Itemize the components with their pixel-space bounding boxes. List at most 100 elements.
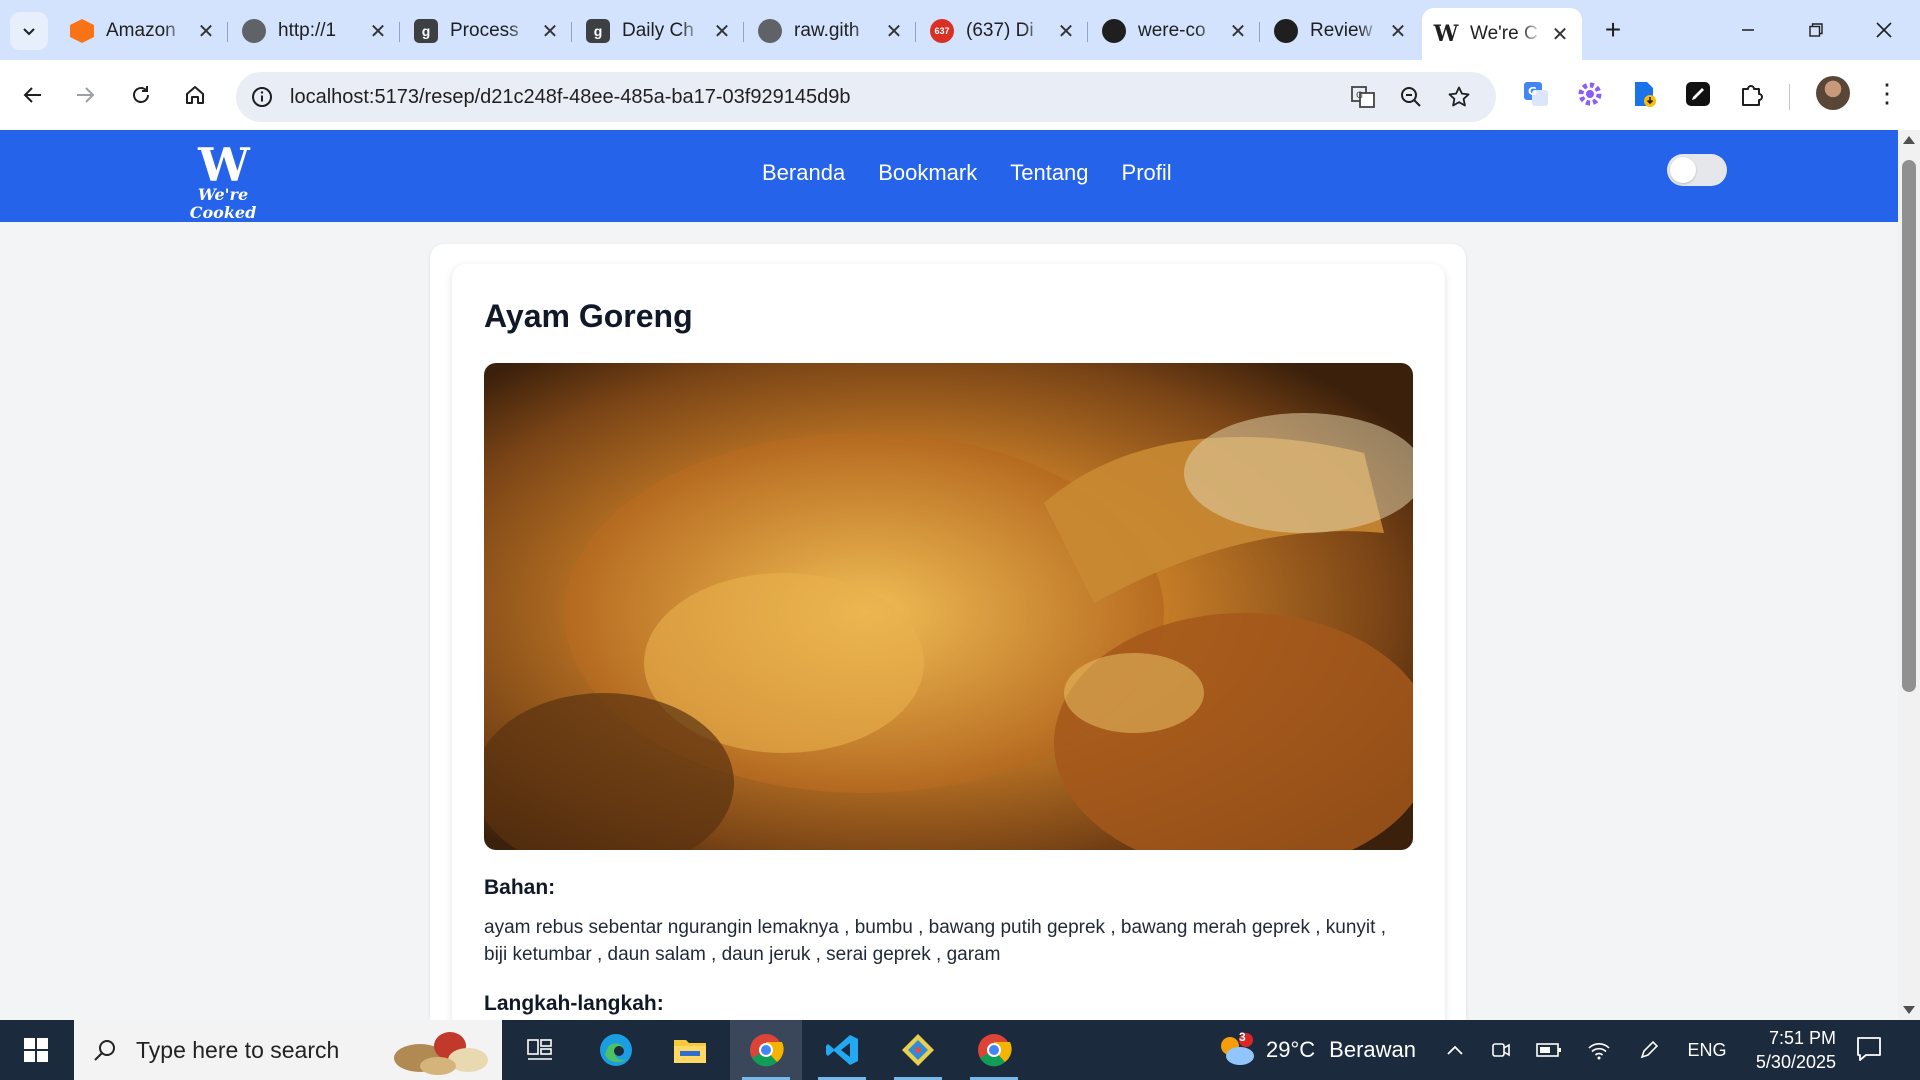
scroll-up-arrow-icon[interactable] <box>1903 136 1915 144</box>
git-diamond-icon <box>902 1034 934 1066</box>
browser-menu-icon[interactable]: ⋮ <box>1874 78 1900 110</box>
close-icon[interactable]: ✕ <box>196 19 216 44</box>
address-bar[interactable]: localhost:5173/resep/d21c248f-48ee-485a-… <box>236 72 1496 122</box>
chrome-app-button[interactable] <box>730 1020 802 1080</box>
folder-icon <box>674 1040 706 1063</box>
tab-title: Amazon <box>106 20 176 41</box>
nav-beranda[interactable]: Beranda <box>762 160 845 186</box>
close-icon[interactable]: ✕ <box>712 19 732 44</box>
svg-text:G: G <box>1528 85 1537 98</box>
document-download-extension-icon[interactable] <box>1628 78 1660 110</box>
close-icon[interactable]: ✕ <box>884 19 904 44</box>
arrow-right-icon <box>77 87 95 103</box>
nav-bookmark[interactable]: Bookmark <box>878 160 977 186</box>
close-window-button[interactable] <box>1854 8 1914 52</box>
close-icon[interactable]: ✕ <box>1228 19 1248 44</box>
info-icon[interactable] <box>250 85 274 109</box>
scroll-down-arrow-icon[interactable] <box>1903 1006 1915 1014</box>
clock-time: 7:51 PM <box>1768 1028 1836 1048</box>
pen-tray-icon[interactable] <box>1632 1020 1666 1080</box>
ingredients-text: ayam rebus sebentar ngurangin lemaknya ,… <box>484 917 1386 965</box>
page-scrollbar[interactable] <box>1898 130 1920 1020</box>
weather-widget[interactable]: 3 29°C Berawan <box>1216 1020 1416 1080</box>
new-tab-button[interactable]: + <box>1596 14 1630 48</box>
tab-title: Process <box>450 20 519 41</box>
home-button[interactable] <box>176 76 214 114</box>
git-app-button[interactable] <box>882 1020 954 1080</box>
vscode-app-button[interactable] <box>806 1020 878 1080</box>
profile-avatar[interactable] <box>1816 76 1850 110</box>
openai-icon <box>1274 19 1298 43</box>
fried-chicken-photo <box>484 363 1413 850</box>
pen-extension-icon[interactable] <box>1682 78 1714 110</box>
arrow-left-icon <box>23 87 41 103</box>
wifi-icon[interactable] <box>1582 1020 1616 1080</box>
tab-http[interactable]: http://1 ✕ <box>230 8 400 54</box>
restore-button[interactable] <box>1786 8 1846 52</box>
notification-center-icon[interactable] <box>1854 1034 1884 1064</box>
tab-title: (637) Di <box>966 20 1034 41</box>
tab-title: Review <box>1310 20 1373 41</box>
language-indicator[interactable]: ENG <box>1682 1020 1732 1080</box>
close-icon[interactable]: ✕ <box>1550 22 1570 47</box>
reload-button[interactable] <box>122 76 160 114</box>
start-button[interactable] <box>0 1020 72 1080</box>
tab-process[interactable]: g Process ✕ <box>402 8 572 54</box>
back-button[interactable] <box>14 76 52 114</box>
bookmark-star-icon[interactable] <box>1446 84 1472 110</box>
minimize-button[interactable] <box>1718 8 1778 52</box>
tab-raw-github[interactable]: raw.gith ✕ <box>746 8 916 54</box>
meet-now-icon[interactable] <box>1486 1020 1516 1080</box>
toolbar-divider <box>1789 84 1790 110</box>
site-logo[interactable]: W We're Cooked <box>168 138 278 222</box>
search-placeholder: Type here to search <box>136 1036 340 1063</box>
tab-were-cooked[interactable]: W We're C ✕ <box>1422 8 1582 60</box>
tab-search-button[interactable] <box>10 12 48 50</box>
tab-strip: Amazon ✕ http://1 ✕ g Process ✕ g Daily … <box>0 0 1920 60</box>
nav-tentang[interactable]: Tentang <box>1010 160 1088 186</box>
edge-app-button[interactable] <box>580 1020 652 1080</box>
logo-letter: W <box>198 138 250 192</box>
globe-icon <box>758 19 782 43</box>
battery-icon[interactable] <box>1532 1020 1566 1080</box>
close-icon[interactable]: ✕ <box>540 19 560 44</box>
site-navbar: W We're Cooked Beranda Bookmark Tentang … <box>0 130 1898 222</box>
zoom-icon[interactable] <box>1398 84 1424 110</box>
tab-title: raw.gith <box>794 20 860 41</box>
tab-daily[interactable]: g Daily Ch ✕ <box>574 8 744 54</box>
tab-review[interactable]: Review ✕ <box>1262 8 1420 54</box>
forward-button[interactable] <box>66 76 104 114</box>
task-view-button[interactable] <box>504 1020 576 1080</box>
clock-date: 5/30/2025 <box>1755 1052 1836 1072</box>
google-translate-extension-icon[interactable]: G <box>1520 78 1552 110</box>
tab-github[interactable]: were-co ✕ <box>1090 8 1260 54</box>
vscode-icon <box>826 1035 858 1065</box>
scroll-thumb[interactable] <box>1902 160 1916 692</box>
chrome-icon <box>750 1034 784 1067</box>
taskbar-search-box[interactable]: Type here to search <box>74 1020 502 1080</box>
close-icon <box>1876 22 1892 38</box>
extensions-puzzle-icon[interactable] <box>1736 78 1768 110</box>
tab-title: We're C <box>1470 23 1538 44</box>
tab-amazon[interactable]: Amazon ✕ <box>58 8 228 54</box>
chrome-app-button-2[interactable] <box>958 1020 1030 1080</box>
tab-discord[interactable]: 637 (637) Di ✕ <box>918 8 1088 54</box>
system-clock[interactable]: 7:51 PM 5/30/2025 <box>1740 1026 1836 1074</box>
show-hidden-icons-chevron-up-icon[interactable] <box>1440 1020 1470 1080</box>
recipe-title: Ayam Goreng <box>484 298 693 334</box>
translate-icon[interactable]: G <box>1350 84 1376 110</box>
logo-tagline: We're Cooked <box>189 185 257 222</box>
close-icon[interactable]: ✕ <box>368 19 388 44</box>
dark-mode-toggle[interactable] <box>1667 154 1727 186</box>
file-explorer-app-button[interactable] <box>654 1020 726 1080</box>
github-icon <box>1102 19 1126 43</box>
tab-title: Daily Ch <box>622 20 694 41</box>
url-text[interactable]: localhost:5173/resep/d21c248f-48ee-485a-… <box>290 86 850 109</box>
nav-profil[interactable]: Profil <box>1122 160 1172 186</box>
home-icon <box>186 86 204 104</box>
cloudy-weather-icon <box>1221 1033 1254 1065</box>
gear-extension-icon[interactable] <box>1574 78 1606 110</box>
edge-icon <box>600 1034 632 1066</box>
close-icon[interactable]: ✕ <box>1056 19 1076 44</box>
close-icon[interactable]: ✕ <box>1388 19 1408 44</box>
